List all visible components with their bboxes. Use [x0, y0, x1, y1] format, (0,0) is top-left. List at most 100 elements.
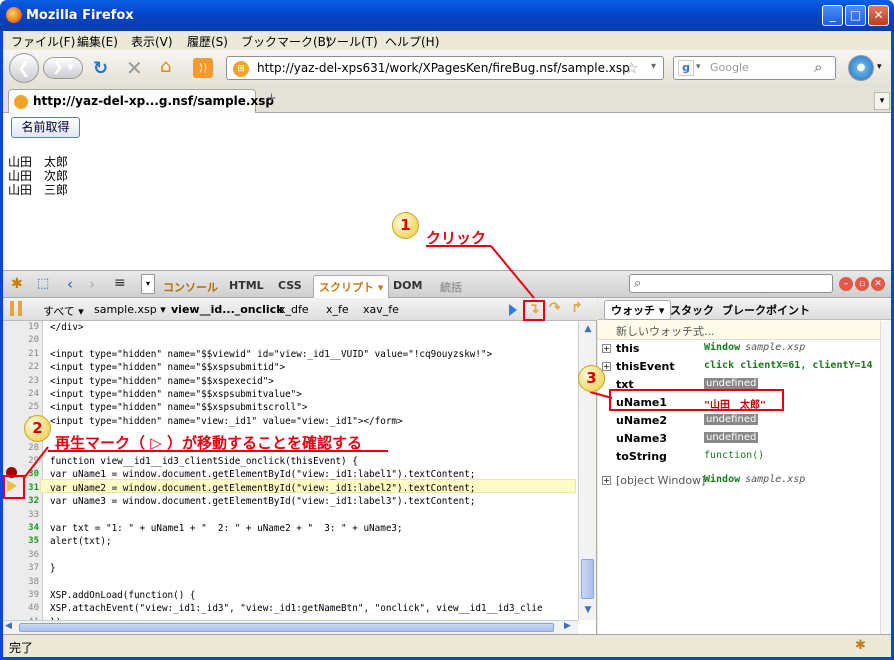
new-watch-input[interactable]: 新しいウォッチ式...	[598, 320, 891, 340]
url-bar[interactable]: ⊞ http://yaz-del-xps631/work/XPagesKen/f…	[226, 56, 664, 80]
step-out-icon[interactable]: ↱	[571, 300, 583, 316]
script-file-dropdown[interactable]: sample.xsp ▾	[94, 303, 166, 316]
tab-stack[interactable]: スタック	[670, 302, 714, 318]
scroll-right-icon[interactable]: ▶	[564, 621, 571, 631]
panel-dropdown-icon[interactable]: ▾	[141, 274, 155, 294]
line-number[interactable]: 37	[11, 563, 39, 573]
maximize-button[interactable]: □	[845, 5, 866, 26]
addon-dropdown-icon[interactable]: ▾	[877, 62, 882, 72]
source-horizontal-scrollbar[interactable]: ◀ ▶	[3, 620, 578, 634]
close-button[interactable]: ✕	[868, 5, 889, 26]
menu-lines-icon[interactable]: ≡	[114, 275, 126, 291]
line-number[interactable]: 24	[11, 389, 39, 399]
detach-firebug-button[interactable]: ▫	[855, 277, 869, 291]
stack-frame[interactable]: x_fe	[326, 303, 349, 316]
menu-tools[interactable]: ツール(T)	[325, 33, 378, 50]
reload-icon[interactable]: ↻	[93, 58, 108, 79]
close-firebug-button[interactable]: ✕	[871, 277, 885, 291]
pause-icon[interactable]	[10, 301, 22, 316]
continue-icon[interactable]	[509, 304, 517, 316]
watch-row[interactable]: toString function()	[598, 448, 891, 466]
stack-frame-current[interactable]: view__id..._onclick	[171, 303, 284, 316]
watch-row[interactable]: uName3 undefined	[598, 430, 891, 448]
script-filter-dropdown[interactable]: すべて ▾	[43, 303, 84, 319]
watch-row[interactable]: + this Window sample.xsp	[598, 340, 891, 358]
minimize-button[interactable]: _	[822, 5, 843, 26]
firebug-icon[interactable]: ✱	[11, 276, 23, 292]
scroll-up-icon[interactable]: ▲	[581, 321, 595, 337]
firebug-status-icon[interactable]: ✱	[855, 638, 866, 653]
menu-edit[interactable]: 編集(E)	[77, 33, 118, 50]
tab-net[interactable]: 統括	[440, 279, 462, 295]
forward-icon[interactable]: ❯ ▾	[43, 57, 83, 79]
line-number[interactable]: 29	[11, 456, 39, 466]
tab-console[interactable]: コンソール	[163, 279, 218, 295]
line-number[interactable]: 35	[11, 536, 39, 546]
line-number[interactable]: 23	[11, 376, 39, 386]
expand-icon[interactable]: +	[602, 344, 611, 353]
tab-script[interactable]: スクリプト ▾	[313, 275, 390, 299]
addon-icon[interactable]: ●	[848, 55, 874, 81]
watch-value[interactable]: undefined	[704, 378, 759, 389]
search-box[interactable]: g ▾ Google ⌕	[673, 56, 836, 80]
watch-value[interactable]: undefined	[704, 414, 759, 425]
watch-value[interactable]: click clientX=61, clientY=14	[704, 360, 873, 371]
line-number[interactable]: 36	[11, 550, 39, 560]
tab-css[interactable]: CSS	[278, 279, 302, 292]
search-icon[interactable]: ⌕	[814, 58, 822, 76]
watch-row[interactable]: uName2 undefined	[598, 412, 891, 430]
line-number[interactable]: 38	[11, 577, 39, 587]
line-number[interactable]: 21	[11, 349, 39, 359]
line-number[interactable]: 20	[11, 335, 39, 345]
menu-bookmarks[interactable]: ブックマーク(B)	[241, 33, 331, 50]
hscroll-thumb[interactable]	[19, 623, 554, 632]
stop-icon[interactable]: ✕	[126, 56, 143, 80]
watch-row[interactable]: + thisEvent click clientX=61, clientY=14	[598, 358, 891, 376]
url-dropdown-icon[interactable]: ▾	[651, 61, 656, 72]
expand-icon[interactable]: +	[602, 362, 611, 371]
scroll-down-icon[interactable]: ▼	[581, 602, 595, 618]
watch-value[interactable]: undefined	[704, 432, 759, 443]
get-name-button[interactable]: 名前取得	[11, 117, 80, 138]
line-number[interactable]: 19	[11, 322, 39, 332]
tab-html[interactable]: HTML	[229, 279, 264, 292]
step-over-icon[interactable]: ↷	[549, 300, 561, 316]
scroll-left-icon[interactable]: ◀	[5, 621, 12, 631]
forward-arrow-icon[interactable]: ›	[89, 275, 95, 293]
line-number[interactable]: 22	[11, 362, 39, 372]
minimize-firebug-button[interactable]: –	[839, 277, 853, 291]
stack-frame[interactable]: x_dfe	[279, 303, 309, 316]
line-number[interactable]: 40	[11, 603, 39, 613]
search-engine-dropdown-icon[interactable]: ▾	[696, 62, 701, 72]
menu-file[interactable]: ファイル(F)	[11, 33, 75, 50]
scroll-thumb[interactable]	[581, 559, 594, 599]
expand-icon[interactable]: +	[602, 476, 611, 485]
firebug-search-input[interactable]: ⌕	[629, 274, 833, 293]
line-number[interactable]: 25	[11, 402, 39, 412]
inspect-icon[interactable]: ⬚	[37, 276, 49, 291]
watch-scrollbar[interactable]	[880, 321, 891, 634]
line-number[interactable]: 39	[11, 590, 39, 600]
back-arrow-icon[interactable]: ‹	[67, 275, 73, 293]
menu-help[interactable]: ヘルプ(H)	[385, 33, 439, 50]
star-icon[interactable]: ☆	[625, 59, 638, 77]
home-icon[interactable]: ⌂	[160, 56, 171, 77]
menu-history[interactable]: 履歴(S)	[187, 33, 228, 50]
line-number[interactable]: 28	[11, 443, 39, 453]
tab-breakpoints[interactable]: ブレークポイント	[722, 302, 810, 318]
tab-watch[interactable]: ウォッチ ▾	[604, 300, 672, 320]
line-number[interactable]: 33	[11, 510, 39, 520]
back-icon[interactable]: ❮	[9, 53, 39, 83]
watch-value[interactable]: Window sample.xsp	[704, 342, 805, 353]
rss-icon[interactable]: ))	[193, 58, 213, 78]
google-icon[interactable]: g	[678, 60, 694, 76]
menu-view[interactable]: 表示(V)	[131, 33, 173, 50]
new-tab-button[interactable]: +	[266, 91, 277, 106]
watch-row[interactable]: + [object Window] Window sample.xsp	[598, 472, 891, 490]
tab-list-icon[interactable]: ▾	[874, 92, 890, 110]
line-number[interactable]: 34	[11, 523, 39, 533]
tab-sample[interactable]: http://yaz-del-xp...g.nsf/sample.xsp	[8, 89, 274, 113]
watch-value[interactable]: function()	[704, 450, 764, 461]
watch-value[interactable]: Window sample.xsp	[704, 474, 805, 485]
tab-dom[interactable]: DOM	[393, 279, 422, 292]
